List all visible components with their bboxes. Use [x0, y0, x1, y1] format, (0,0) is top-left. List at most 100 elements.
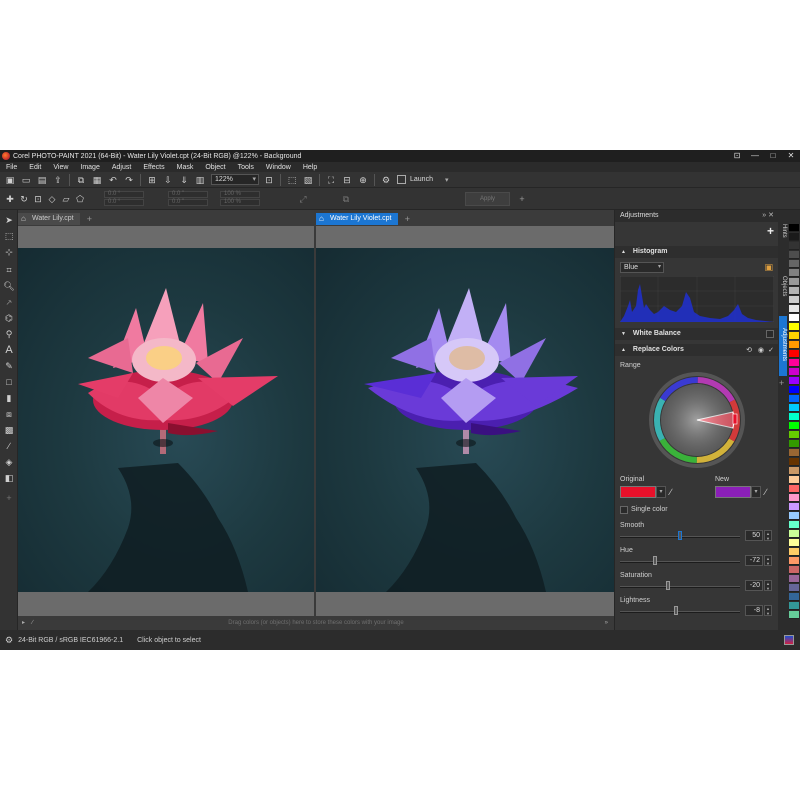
palette-color-swatch[interactable]	[789, 278, 799, 286]
palette-color-swatch[interactable]	[789, 422, 799, 430]
photo-violet[interactable]	[316, 248, 614, 592]
rotation-x-field[interactable]: 0.0 °	[104, 191, 144, 198]
position-x-field[interactable]: 0.0 "	[168, 191, 208, 198]
lightness-slider-thumb[interactable]	[674, 606, 678, 615]
palette-color-swatch[interactable]	[789, 449, 799, 457]
print-icon[interactable]: ▥	[194, 174, 206, 186]
apply-to-duplicate-icon[interactable]: ⧉	[340, 193, 352, 205]
palette-color-swatch[interactable]	[789, 341, 799, 349]
grid-icon[interactable]: ⊕	[357, 174, 369, 186]
photo-original[interactable]	[18, 248, 314, 592]
palette-color-swatch[interactable]	[789, 413, 799, 421]
palette-color-swatch[interactable]	[789, 269, 799, 277]
visibility-icon[interactable]: ◉	[758, 346, 764, 354]
lightness-spinner[interactable]: ▲ ▼	[764, 605, 772, 616]
scale-y-field[interactable]: 100 %	[220, 199, 260, 206]
palette-color-swatch[interactable]	[789, 404, 799, 412]
crop-tool-icon[interactable]: ⌗	[3, 264, 15, 276]
add-tool-icon[interactable]: +	[3, 492, 15, 504]
apply-check-icon[interactable]: ✓	[768, 346, 774, 354]
paint-tool-icon[interactable]: ✎	[3, 360, 15, 372]
rotate-icon[interactable]: ↻	[18, 193, 30, 205]
move-icon[interactable]: ✚	[4, 193, 16, 205]
palette-color-swatch[interactable]	[789, 539, 799, 547]
zoom-level-select[interactable]: 122%	[211, 174, 259, 185]
menu-tools[interactable]: Tools	[238, 164, 254, 171]
doc-tab-water-lily-violet[interactable]: ⌂ Water Lily Violet.cpt +	[316, 213, 410, 225]
reset-icon[interactable]: ⟲	[746, 346, 752, 354]
smooth-value[interactable]: 50	[745, 530, 763, 541]
add-icon[interactable]: +	[516, 193, 528, 205]
lightness-slider-track[interactable]	[620, 611, 740, 613]
red-eye-tool-icon[interactable]: ⌬	[3, 312, 15, 324]
eraser-tool-icon[interactable]: ▮	[3, 392, 15, 404]
hue-slider-thumb[interactable]	[653, 556, 657, 565]
palette-color-swatch[interactable]	[789, 602, 799, 610]
saturation-value[interactable]: -20	[745, 580, 763, 591]
transparency-tool-icon[interactable]: ▩	[3, 424, 15, 436]
menu-mask[interactable]: Mask	[177, 164, 194, 171]
rotation-y-field[interactable]: 0.0 °	[104, 199, 144, 206]
paste-icon[interactable]: ▦	[91, 174, 103, 186]
show-objects-icon[interactable]: ▧	[302, 174, 314, 186]
restore-panels-icon[interactable]: ⊡	[728, 150, 746, 162]
text-tool-icon[interactable]: A	[3, 344, 15, 356]
new-tab-icon[interactable]: +	[87, 213, 92, 225]
doc-tab-water-lily[interactable]: ⌂ Water Lily.cpt +	[18, 213, 92, 225]
new-color-swatch[interactable]: ▾	[715, 486, 761, 498]
transform-mode-icon[interactable]: ⤢	[297, 193, 309, 205]
palette-color-swatch[interactable]	[789, 296, 799, 304]
palette-color-swatch[interactable]	[789, 548, 799, 556]
palette-color-swatch[interactable]	[789, 593, 799, 601]
close-button[interactable]: ✕	[782, 150, 800, 162]
palette-color-swatch[interactable]	[789, 224, 799, 232]
panel-controls-icon[interactable]: » ✕	[762, 210, 774, 222]
export-icon[interactable]: ⇪	[52, 174, 64, 186]
document-palette[interactable]: ▸ ∕ Drag colors (or objects) here to sto…	[18, 616, 614, 630]
palette-color-swatch[interactable]	[789, 557, 799, 565]
smooth-spinner[interactable]: ▲ ▼	[764, 530, 772, 541]
saturation-spinner[interactable]: ▲ ▼	[764, 580, 772, 591]
menu-file[interactable]: File	[6, 164, 17, 171]
scale-icon[interactable]: ⊡	[32, 193, 44, 205]
white-balance-section-header[interactable]: ▼ White Balance	[615, 328, 779, 340]
save-icon[interactable]: ▤	[36, 174, 48, 186]
palette-color-swatch[interactable]	[789, 350, 799, 358]
new-eyedropper-icon[interactable]: ∕	[765, 487, 767, 497]
palette-color-swatch[interactable]	[789, 359, 799, 367]
palette-color-swatch[interactable]	[789, 332, 799, 340]
minimize-button[interactable]: —	[746, 150, 764, 162]
histogram-section-header[interactable]: ▲ Histogram	[615, 246, 779, 258]
palette-color-swatch[interactable]	[789, 323, 799, 331]
palette-color-swatch[interactable]	[789, 314, 799, 322]
palette-color-swatch[interactable]	[789, 260, 799, 268]
single-color-checkbox[interactable]	[620, 506, 628, 514]
palette-color-swatch[interactable]	[789, 395, 799, 403]
palette-color-swatch[interactable]	[789, 467, 799, 475]
new-document-icon[interactable]: ▣	[4, 174, 16, 186]
clone-tool-icon[interactable]: ⧈	[3, 408, 15, 420]
color-range-wheel[interactable]	[649, 372, 745, 468]
palette-color-swatch[interactable]	[789, 521, 799, 529]
redo-icon[interactable]: ↷	[123, 174, 135, 186]
palette-color-swatch[interactable]	[789, 494, 799, 502]
align-icon[interactable]: ⊞	[146, 174, 158, 186]
export-down-icon[interactable]: ⇓	[178, 174, 190, 186]
color-swatches-icon[interactable]: ◧	[3, 472, 15, 484]
position-y-field[interactable]: 0.0 "	[168, 199, 208, 206]
palette-color-swatch[interactable]	[789, 287, 799, 295]
menu-view[interactable]: View	[53, 164, 68, 171]
palette-color-swatch[interactable]	[789, 233, 799, 241]
smooth-slider-thumb[interactable]	[678, 531, 682, 540]
palette-color-swatch[interactable]	[789, 458, 799, 466]
palette-color-swatch[interactable]	[789, 530, 799, 538]
maximize-button[interactable]: □	[764, 150, 782, 162]
menu-effects[interactable]: Effects	[143, 164, 164, 171]
import-icon[interactable]: ⇩	[162, 174, 174, 186]
hue-spinner[interactable]: ▲ ▼	[764, 555, 772, 566]
menu-object[interactable]: Object	[205, 164, 225, 171]
palette-color-swatch[interactable]	[789, 386, 799, 394]
distort-icon[interactable]: ▱	[60, 193, 72, 205]
copy-icon[interactable]: ⧉	[75, 174, 87, 186]
menu-window[interactable]: Window	[266, 164, 291, 171]
